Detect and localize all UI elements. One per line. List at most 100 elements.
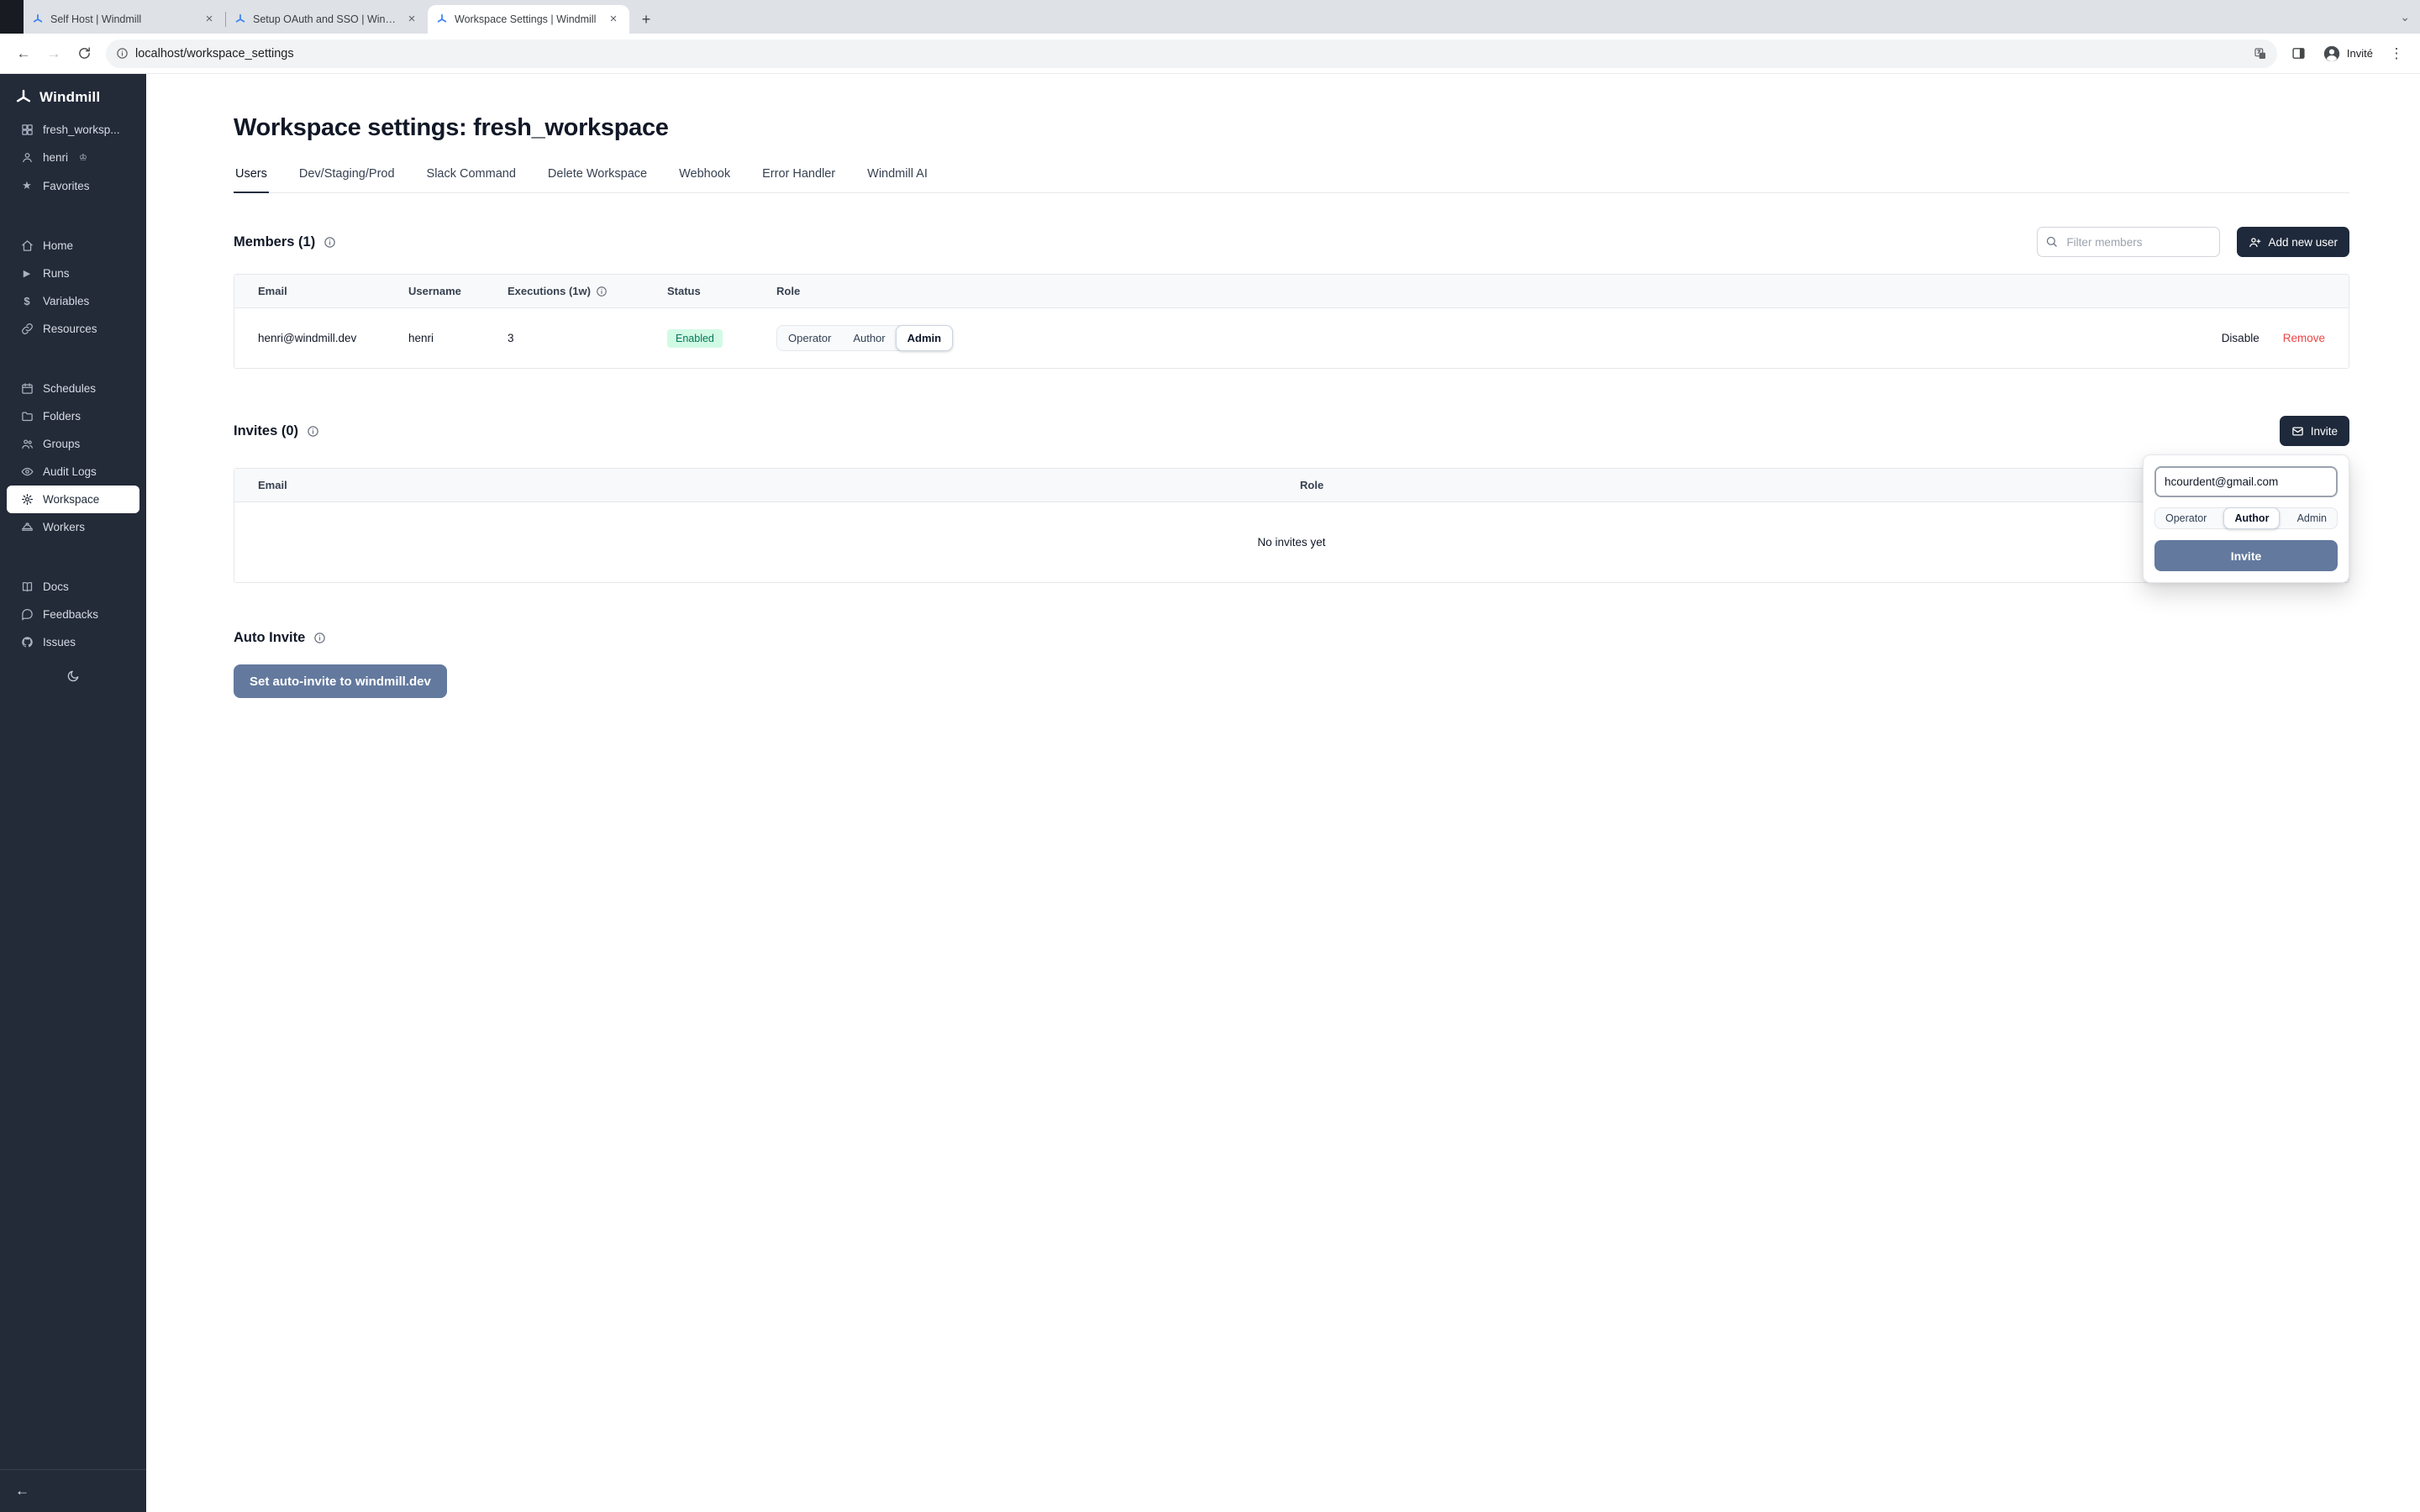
browser-tab-strip: Self Host | Windmill × Setup OAuth and S…: [0, 0, 2420, 34]
user-name: henri: [43, 151, 68, 164]
tab-slack-command[interactable]: Slack Command: [425, 167, 518, 192]
sidebar-item-label: Resources: [43, 323, 97, 335]
workspace-name: fresh_worksp...: [43, 123, 120, 136]
sidebar-item-groups[interactable]: Groups: [7, 430, 139, 458]
role-admin-button[interactable]: Admin: [896, 325, 953, 351]
browser-tab-self-host[interactable]: Self Host | Windmill ×: [24, 5, 225, 34]
sidebar: Windmill fresh_worksp... henri ♔ ★ Favor…: [0, 74, 146, 1512]
site-info-icon[interactable]: [116, 47, 129, 60]
tab-error-handler[interactable]: Error Handler: [760, 167, 837, 192]
role-author-button[interactable]: Author: [842, 326, 896, 350]
add-new-user-button[interactable]: Add new user: [2237, 227, 2349, 257]
user-plus-icon: [2249, 236, 2261, 249]
popover-role-author-button[interactable]: Author: [2223, 507, 2280, 529]
sidebar-item-issues[interactable]: Issues: [7, 628, 139, 656]
invite-button[interactable]: Invite: [2280, 416, 2349, 446]
sidebar-item-docs[interactable]: Docs: [7, 573, 139, 601]
disable-button[interactable]: Disable: [2222, 332, 2260, 344]
role-operator-button[interactable]: Operator: [777, 326, 842, 350]
member-username: henri: [400, 308, 499, 368]
back-button[interactable]: ←: [10, 40, 37, 67]
window-edge: [0, 0, 24, 34]
reload-button[interactable]: [71, 40, 97, 67]
info-icon[interactable]: [324, 236, 336, 249]
tab-title: Setup OAuth and SSO | Windm: [253, 13, 397, 25]
invite-popover: Operator Author Admin Invite: [2143, 454, 2349, 583]
eye-icon: [20, 465, 34, 478]
popover-invite-submit-button[interactable]: Invite: [2154, 540, 2338, 571]
sidebar-item-workspace[interactable]: Workspace: [7, 486, 139, 513]
invites-heading: Invites (0): [234, 423, 298, 439]
members-table: Email Username Executions (1w): [234, 274, 2349, 369]
sidebar-item-schedules[interactable]: Schedules: [7, 375, 139, 402]
chat-icon: [20, 608, 34, 621]
address-bar[interactable]: localhost/workspace_settings: [106, 39, 2277, 68]
info-icon[interactable]: [313, 632, 326, 644]
add-new-user-label: Add new user: [2268, 236, 2338, 249]
gear-icon: [20, 493, 34, 506]
tab-title: Workspace Settings | Windmill: [455, 13, 599, 25]
tab-delete-workspace[interactable]: Delete Workspace: [546, 167, 649, 192]
new-tab-button[interactable]: +: [634, 8, 658, 31]
browser-profile-button[interactable]: Invité: [2316, 41, 2380, 66]
sidebar-item-favorites[interactable]: ★ Favorites: [7, 171, 139, 200]
remove-button[interactable]: Remove: [2283, 332, 2325, 344]
sidebar-item-audit-logs[interactable]: Audit Logs: [7, 458, 139, 486]
col-executions: Executions (1w): [499, 275, 659, 308]
info-icon[interactable]: [596, 286, 608, 297]
browser-tab-workspace-settings[interactable]: Workspace Settings | Windmill ×: [428, 5, 629, 34]
sidebar-user-menu[interactable]: henri ♔: [7, 144, 139, 171]
chevron-down-icon[interactable]: ⌄: [2400, 0, 2410, 34]
member-executions: 3: [499, 308, 659, 368]
sidebar-item-home[interactable]: Home: [7, 232, 139, 260]
translate-icon[interactable]: [2254, 47, 2267, 60]
page-title: Workspace settings: fresh_workspace: [234, 114, 2349, 142]
sidebar-item-label: Folders: [43, 410, 81, 423]
sidebar-item-label: Groups: [43, 438, 80, 450]
set-auto-invite-button[interactable]: Set auto-invite to windmill.dev: [234, 664, 447, 698]
user-icon: [20, 151, 34, 164]
sidebar-item-resources[interactable]: Resources: [7, 315, 139, 343]
browser-menu-icon[interactable]: ⋮: [2383, 40, 2410, 67]
search-icon: [2045, 235, 2058, 248]
tab-windmill-ai[interactable]: Windmill AI: [865, 167, 929, 192]
invite-email-input[interactable]: [2154, 466, 2338, 497]
windmill-favicon: [32, 13, 44, 25]
popover-role-operator-button[interactable]: Operator: [2155, 508, 2217, 528]
sidebar-workspace-selector[interactable]: fresh_worksp...: [7, 116, 139, 144]
sidebar-item-label: Workers: [43, 521, 85, 533]
auto-invite-heading: Auto Invite: [234, 630, 305, 646]
sidebar-item-runs[interactable]: ▶ Runs: [7, 260, 139, 287]
tab-dev-staging-prod[interactable]: Dev/Staging/Prod: [297, 167, 397, 192]
link-icon: [20, 323, 34, 335]
filter-members-input[interactable]: [2037, 227, 2220, 257]
workspace-grid-icon: [20, 123, 34, 136]
close-icon[interactable]: ×: [404, 12, 419, 27]
sidebar-item-folders[interactable]: Folders: [7, 402, 139, 430]
browser-tab-oauth[interactable]: Setup OAuth and SSO | Windm ×: [226, 5, 428, 34]
members-section: Members (1) Ad: [234, 227, 2349, 369]
info-icon[interactable]: [307, 425, 319, 438]
tab-users[interactable]: Users: [234, 167, 269, 193]
superadmin-crown-icon: ♔: [79, 152, 87, 163]
dark-mode-toggle[interactable]: [0, 661, 146, 691]
member-role-group: Operator Author Admin: [776, 325, 953, 351]
sidebar-item-variables[interactable]: $ Variables: [7, 287, 139, 315]
invites-section: Invites (0) Invite: [234, 416, 2349, 583]
forward-button[interactable]: →: [40, 40, 67, 67]
side-panel-icon[interactable]: [2286, 40, 2312, 67]
sidebar-item-workers[interactable]: Workers: [7, 513, 139, 541]
sidebar-item-label: Home: [43, 239, 73, 252]
member-row: henri@windmill.dev henri 3 Enabled Opera…: [234, 308, 2349, 368]
home-icon: [20, 239, 34, 252]
windmill-brand[interactable]: Windmill: [0, 74, 146, 111]
tab-webhook[interactable]: Webhook: [677, 167, 732, 192]
popover-role-admin-button[interactable]: Admin: [2287, 508, 2337, 528]
tab-title: Self Host | Windmill: [50, 13, 195, 25]
main-panel: Workspace settings: fresh_workspace User…: [146, 74, 2420, 1512]
sidebar-collapse-button[interactable]: ←: [0, 1469, 146, 1512]
sidebar-item-feedbacks[interactable]: Feedbacks: [7, 601, 139, 628]
col-email: Email: [234, 275, 400, 308]
close-icon[interactable]: ×: [202, 12, 217, 27]
close-icon[interactable]: ×: [606, 12, 621, 27]
